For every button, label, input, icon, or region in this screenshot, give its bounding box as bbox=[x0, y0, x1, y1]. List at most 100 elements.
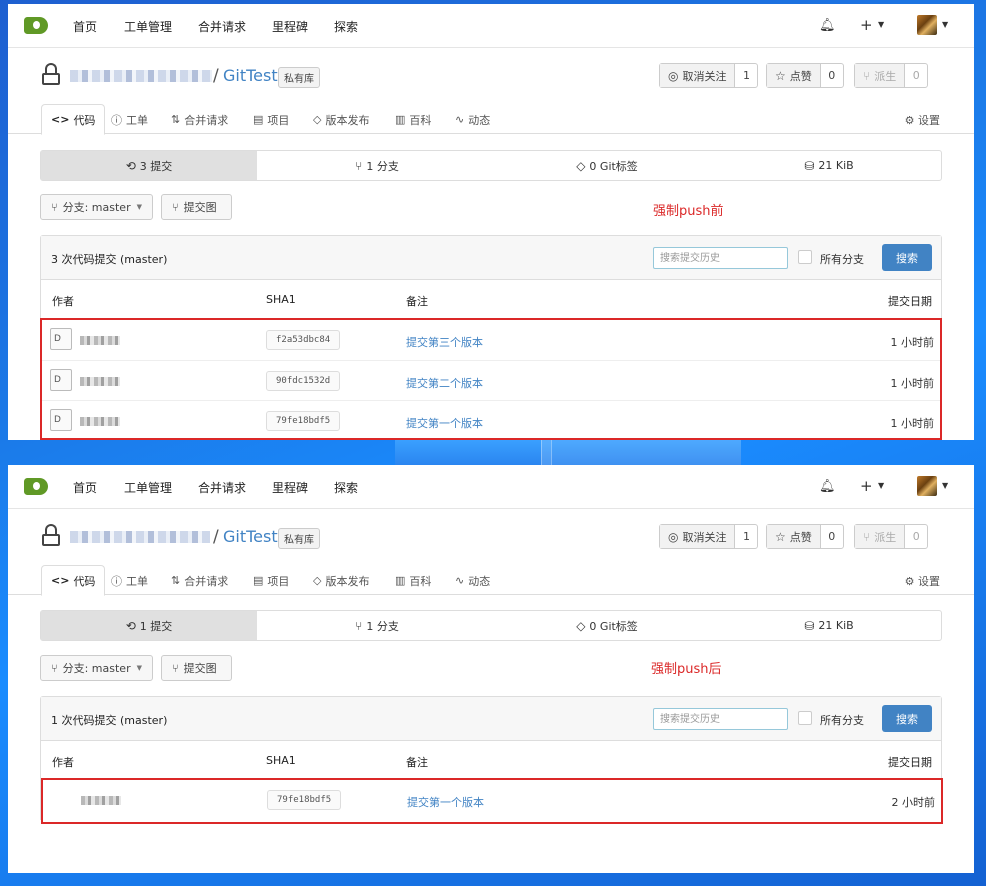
col-sha: SHA1 bbox=[266, 754, 296, 767]
tab-releases[interactable]: ◇ 版本发布 bbox=[313, 104, 369, 135]
sha-label[interactable]: 90fdc1532d bbox=[266, 371, 341, 391]
tab-code[interactable]: <> 代码 bbox=[41, 104, 106, 135]
chevron-down-icon[interactable]: ▼ bbox=[878, 481, 884, 490]
stat-commits[interactable]: ⟲ 1 提交 bbox=[41, 611, 257, 640]
branch-selector[interactable]: ⑂ 分支: master ▼ bbox=[40, 194, 153, 220]
user-avatar[interactable] bbox=[917, 15, 937, 35]
notification-bell-icon[interactable]: 🔔︎ bbox=[819, 479, 836, 494]
private-badge: 私有库 bbox=[278, 528, 320, 549]
star-count[interactable]: 0 bbox=[821, 525, 843, 548]
tab-issues[interactable]: ⓘ 工单 bbox=[111, 565, 148, 596]
repo-name-link[interactable]: GitTest bbox=[223, 66, 278, 85]
nav-home[interactable]: 首页 bbox=[73, 18, 97, 35]
chevron-down-icon[interactable]: ▼ bbox=[942, 20, 948, 29]
highlighted-commit-rows: D f2a53dbc84 提交第三个版本 1 小时前 D 90fdc1532d … bbox=[40, 318, 942, 440]
branch-icon: ⑂ bbox=[51, 200, 58, 214]
tag-icon: ◇ bbox=[576, 618, 586, 633]
nav-milestones[interactable]: 里程碑 bbox=[272, 18, 308, 35]
stat-branches[interactable]: ⑂ 1 分支 bbox=[257, 611, 497, 640]
commit-graph-button[interactable]: ⑂ 提交图 bbox=[161, 194, 232, 220]
fork-count[interactable]: 0 bbox=[905, 525, 927, 548]
repo-header: / GitTest 私有库 ◎ 取消关注 1 ☆ 点赞 0 ⑂ 派生 0 <> 代码 ⓘ… bbox=[8, 509, 974, 596]
commit-message-link[interactable]: 提交第一个版本 bbox=[407, 794, 484, 810]
tab-releases[interactable]: ◇ 版本发布 bbox=[313, 565, 369, 596]
repo-owner-redacted[interactable] bbox=[70, 531, 210, 543]
branch-selector[interactable]: ⑂ 分支: master ▼ bbox=[40, 655, 153, 681]
all-branches-label: 所有分支 bbox=[820, 253, 864, 266]
nav-explore[interactable]: 探索 bbox=[334, 18, 358, 35]
tab-pulls[interactable]: ⇅ 合并请求 bbox=[171, 565, 228, 596]
author-avatar: D bbox=[50, 409, 72, 431]
chevron-down-icon[interactable]: ▼ bbox=[878, 20, 884, 29]
tab-settings[interactable]: ⚙ 设置 bbox=[905, 573, 940, 589]
search-button[interactable]: 搜索 bbox=[882, 244, 932, 271]
notification-bell-icon[interactable]: 🔔︎ bbox=[819, 18, 836, 33]
nav-explore[interactable]: 探索 bbox=[334, 479, 358, 496]
search-commits-input[interactable] bbox=[653, 247, 788, 269]
nav-pulls[interactable]: 合并请求 bbox=[198, 479, 246, 496]
desktop-background-strip bbox=[395, 440, 741, 465]
stat-branches[interactable]: ⑂ 1 分支 bbox=[257, 151, 497, 180]
branch-icon: ⑂ bbox=[172, 200, 179, 214]
watch-count[interactable]: 1 bbox=[735, 525, 757, 548]
tab-projects[interactable]: ▤ 项目 bbox=[253, 104, 289, 135]
tab-pulls[interactable]: ⇅ 合并请求 bbox=[171, 104, 228, 135]
tab-issues[interactable]: ⓘ 工单 bbox=[111, 104, 148, 135]
commit-graph-button[interactable]: ⑂ 提交图 bbox=[161, 655, 232, 681]
tab-activity[interactable]: ∿ 动态 bbox=[455, 104, 490, 135]
author-name-redacted[interactable] bbox=[80, 336, 120, 345]
unwatch-button[interactable]: ◎ 取消关注 bbox=[660, 64, 736, 87]
commit-message-link[interactable]: 提交第三个版本 bbox=[406, 334, 483, 350]
unwatch-button[interactable]: ◎ 取消关注 bbox=[660, 525, 736, 548]
repo-name-link[interactable]: GitTest bbox=[223, 527, 278, 546]
watch-count[interactable]: 1 bbox=[735, 64, 757, 87]
commit-count: 1 次代码提交 (master) bbox=[51, 714, 168, 727]
fork-button[interactable]: ⑂ 派生 bbox=[855, 525, 906, 548]
star-button[interactable]: ☆ 点赞 bbox=[767, 64, 821, 87]
sha-label[interactable]: 79fe18bdf5 bbox=[267, 790, 342, 810]
stat-tags[interactable]: ◇ 0 Git标签 bbox=[497, 151, 717, 180]
nav-pulls[interactable]: 合并请求 bbox=[198, 18, 246, 35]
all-branches-label: 所有分支 bbox=[820, 714, 864, 727]
star-button[interactable]: ☆ 点赞 bbox=[767, 525, 821, 548]
author-name-redacted[interactable] bbox=[80, 417, 120, 426]
nav-home[interactable]: 首页 bbox=[73, 479, 97, 496]
stat-commits[interactable]: ⟲ 3 提交 bbox=[41, 151, 257, 180]
repo-page-before-force-push: 首页 工单管理 合并请求 里程碑 探索 🔔︎ + ▼ ▼ / GitTest 私… bbox=[8, 4, 974, 440]
search-button[interactable]: 搜索 bbox=[882, 705, 932, 732]
sha-label[interactable]: f2a53dbc84 bbox=[266, 330, 341, 350]
tab-activity[interactable]: ∿ 动态 bbox=[455, 565, 490, 596]
fork-count[interactable]: 0 bbox=[905, 64, 927, 87]
nav-milestones[interactable]: 里程碑 bbox=[272, 479, 308, 496]
commit-message-link[interactable]: 提交第二个版本 bbox=[406, 375, 483, 391]
author-name-redacted[interactable] bbox=[80, 377, 120, 386]
fork-button[interactable]: ⑂ 派生 bbox=[855, 64, 906, 87]
code-icon: <> bbox=[51, 574, 70, 587]
repo-path-separator: / bbox=[213, 66, 219, 86]
tab-code[interactable]: <> 代码 bbox=[41, 565, 106, 596]
user-avatar[interactable] bbox=[917, 476, 937, 496]
repo-owner-redacted[interactable] bbox=[70, 70, 212, 82]
chevron-down-icon[interactable]: ▼ bbox=[942, 481, 948, 490]
create-plus-icon[interactable]: + bbox=[860, 16, 873, 34]
search-commits-input[interactable] bbox=[653, 708, 788, 730]
stat-size: ⛁ 21 KiB bbox=[804, 618, 854, 633]
author-name-redacted[interactable] bbox=[81, 796, 121, 805]
nav-issues[interactable]: 工单管理 bbox=[124, 18, 172, 35]
col-message: 备注 bbox=[406, 756, 428, 769]
sha-label[interactable]: 79fe18bdf5 bbox=[266, 411, 341, 431]
tab-wiki[interactable]: ▥ 百科 bbox=[395, 565, 431, 596]
tab-wiki[interactable]: ▥ 百科 bbox=[395, 104, 431, 135]
tab-settings[interactable]: ⚙ 设置 bbox=[905, 112, 940, 128]
star-count[interactable]: 0 bbox=[821, 64, 843, 87]
all-branches-checkbox[interactable] bbox=[798, 711, 812, 725]
gitea-logo-icon[interactable] bbox=[24, 17, 48, 34]
nav-issues[interactable]: 工单管理 bbox=[124, 479, 172, 496]
gitea-logo-icon[interactable] bbox=[24, 478, 48, 495]
all-branches-checkbox[interactable] bbox=[798, 250, 812, 264]
branch-icon: ⑂ bbox=[172, 661, 179, 675]
create-plus-icon[interactable]: + bbox=[860, 477, 873, 495]
commit-message-link[interactable]: 提交第一个版本 bbox=[406, 415, 483, 431]
tab-projects[interactable]: ▤ 项目 bbox=[253, 565, 289, 596]
stat-tags[interactable]: ◇ 0 Git标签 bbox=[497, 611, 717, 640]
